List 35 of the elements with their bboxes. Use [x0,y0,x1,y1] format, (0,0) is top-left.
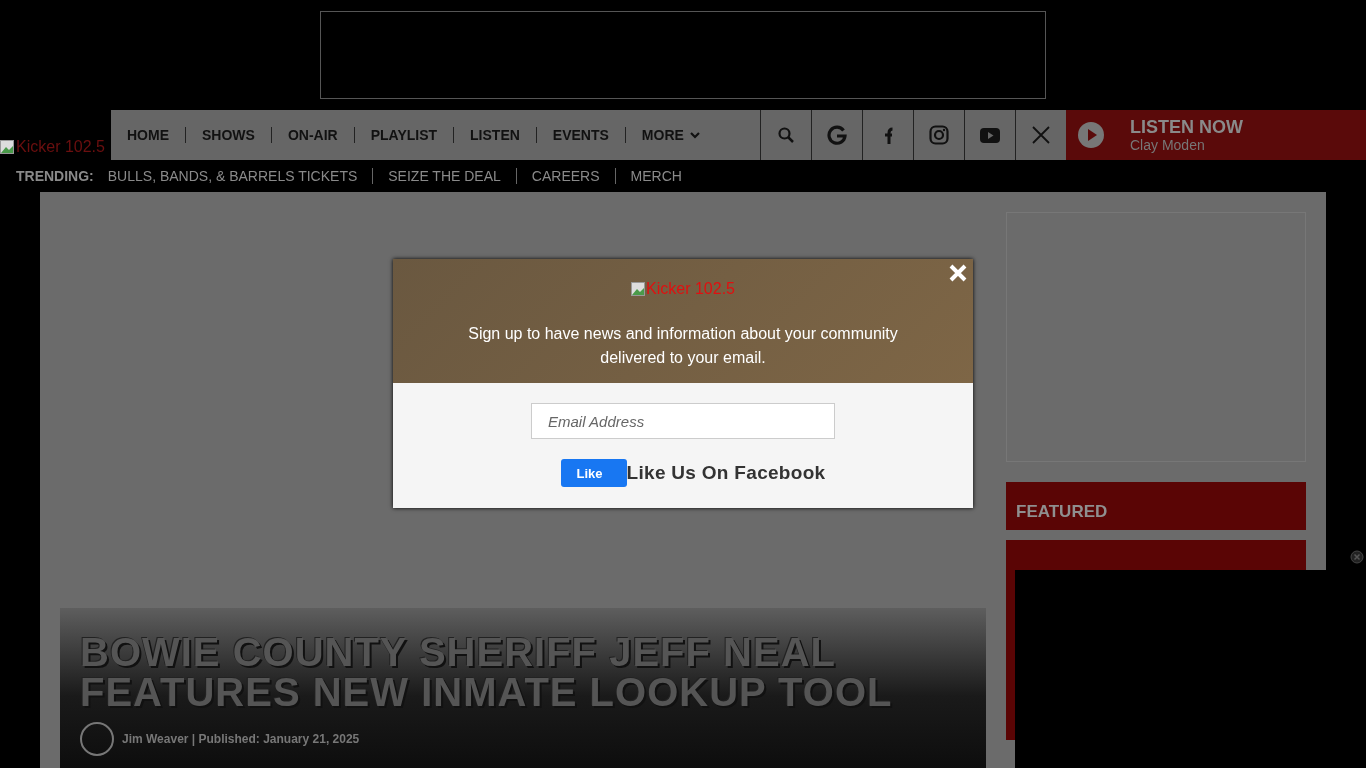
listen-now-label: LISTEN NOW [1130,117,1243,137]
site-logo[interactable]: Kicker 102.5 [0,110,111,160]
author-avatar [80,722,114,756]
trending-link[interactable]: BULLS, BANDS, & BARRELS TICKETS [107,168,373,184]
nav-link[interactable]: PLAYLIST [354,127,455,143]
article-byline: Jim Weaver | Published: January 21, 2025 [122,732,360,746]
like-button[interactable]: Like [560,459,627,487]
search-icon[interactable] [778,127,794,143]
close-icon[interactable] [1350,550,1364,564]
facebook-label: Like Us On Facebook [626,462,826,484]
nav-menu[interactable]: MORE [625,127,716,143]
email-field[interactable]: Email Address [531,403,835,439]
broken-image-icon [631,282,646,296]
google-g-icon[interactable] [827,125,847,145]
x-logo-icon[interactable] [1032,126,1050,144]
listen-now-button[interactable]: LISTEN NOW Clay Moden [1066,110,1366,160]
nav-link[interactable]: SHOWS [186,127,272,143]
trending-link[interactable]: CAREERS [515,168,615,184]
trending-link[interactable]: MERCH [614,168,697,184]
nav-link[interactable]: ON-AIR [271,127,355,143]
featured-heading: FEATURED [1006,482,1306,530]
nav-link[interactable]: HOME [111,127,186,143]
dialog-logo: Kicker 102.5 [631,280,735,298]
instagram-icon[interactable] [929,125,949,145]
play-icon [1078,122,1104,148]
facebook-icon[interactable] [883,126,893,144]
youtube-icon[interactable] [980,127,1000,143]
trending-label: TRENDING: [16,168,94,184]
broken-image-icon [0,140,14,154]
nav-link[interactable]: EVENTS [536,127,626,143]
caret-icon [689,131,700,139]
signup-message: Sign up to have news and information about your community delivered to your email. [467,324,899,368]
nav-link[interactable]: LISTEN [454,127,537,143]
now-playing-show: Clay Moden [1130,137,1206,153]
trending-link[interactable]: SEIZE THE DEAL [372,168,516,184]
